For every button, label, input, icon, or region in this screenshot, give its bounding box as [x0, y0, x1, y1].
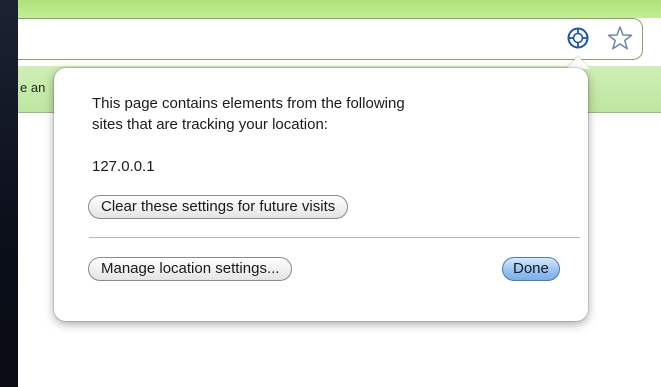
bookmark-star-icon[interactable] [607, 25, 633, 51]
omnibox[interactable] [18, 18, 643, 60]
desktop-background [0, 0, 18, 387]
location-tracking-icon[interactable] [567, 27, 589, 49]
bubble-message-line-2: sites that are tracking your location: [92, 116, 328, 133]
bubble-divider [89, 237, 580, 238]
tracking-host: 127.0.0.1 [92, 158, 155, 175]
done-button[interactable]: Done [502, 257, 560, 281]
bubble-message-line-1: This page contains elements from the fol… [92, 95, 405, 112]
clear-settings-button[interactable]: Clear these settings for future visits [88, 195, 349, 219]
bubble-message: This page contains elements from the fol… [92, 93, 572, 135]
tab-strip [18, 0, 661, 18]
infobar-text: e an [20, 80, 46, 95]
manage-location-settings-button[interactable]: Manage location settings... [88, 257, 293, 281]
